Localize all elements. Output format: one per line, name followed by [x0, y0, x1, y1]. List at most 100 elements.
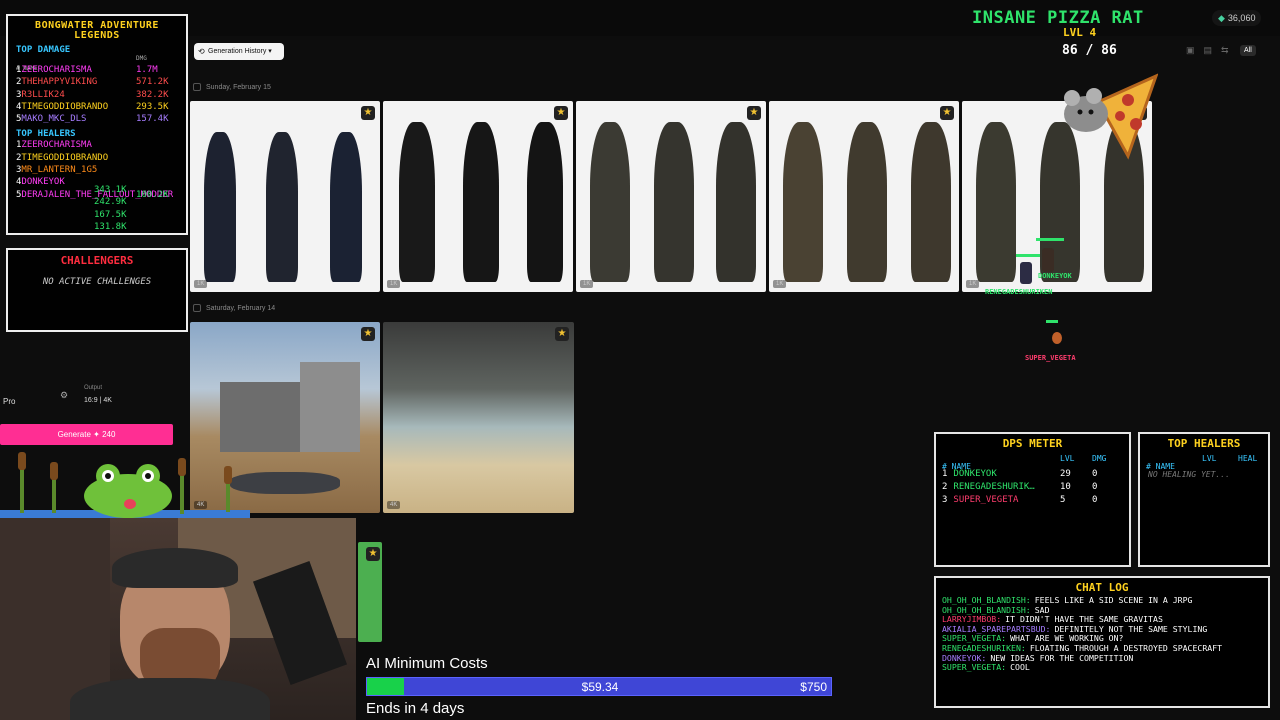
gallery-thumbnail[interactable]: ★ 1K: [576, 101, 766, 292]
output-label: Output: [84, 385, 103, 391]
star-icon[interactable]: ★: [940, 106, 954, 120]
gallery-thumbnail[interactable]: ★ 1K: [190, 101, 380, 292]
group-select-checkbox[interactable]: [193, 83, 201, 91]
heal-value: 343.1K: [94, 185, 127, 195]
player-health-bar: [1046, 320, 1058, 323]
model-selector[interactable]: Pro: [3, 397, 15, 406]
star-icon[interactable]: ★: [361, 106, 375, 120]
star-icon[interactable]: ★: [555, 327, 569, 341]
player-health-bar: [1016, 254, 1040, 257]
player-sprite: [1020, 262, 1032, 284]
chat-log-panel: CHAT LOG OH_OH_OH_BLANDISH: FEELS LIKE A …: [934, 576, 1270, 708]
player-level: 10: [1060, 482, 1071, 492]
resolution-badge: 1K: [387, 280, 401, 288]
heal-value: 242.9K: [94, 197, 127, 208]
credits-badge[interactable]: ◆ 36,060: [1212, 10, 1262, 26]
damage-list: 1ZEEROCHARISMA 1.7M 2THEHAPPYVIKING 571.2K 3…: [16, 64, 186, 125]
heal-value-column: 343.1K 242.9K 167.5K 131.8K: [94, 184, 127, 233]
player-name: ZEEROCHARISMA: [21, 65, 92, 75]
boss-name: INSANE PIZZA RAT: [972, 8, 1144, 28]
player-name: MAKO_MKC_DLS: [21, 114, 87, 125]
star-icon[interactable]: ★: [554, 106, 568, 120]
star-icon[interactable]: ★: [747, 106, 761, 120]
leaderboard-subtitle: LEGENDS: [74, 30, 120, 41]
goal-target-amount: $750: [800, 680, 827, 694]
no-healing-text: NO HEALING YET...: [1148, 470, 1230, 479]
gallery-thumbnail-partial[interactable]: ★: [358, 542, 382, 642]
no-challenges-text: NO ACTIVE CHALLENGES: [42, 277, 152, 287]
col-lvl: LVL: [1202, 454, 1217, 463]
heal-value: 100.2K: [136, 189, 169, 200]
col-dmg: DMG: [1092, 454, 1107, 463]
chat-text: FLOATING THROUGH A DESTROYED SPACECRAFT: [1029, 642, 1223, 653]
player-name: TIMEGODDIOBRANDO: [21, 152, 109, 163]
chat-user: SUPER_VEGETA:: [942, 662, 1007, 673]
rank: 2: [942, 482, 948, 492]
player-health-bar: [1036, 238, 1064, 241]
damage-row: 1ZEEROCHARISMA 1.7M: [16, 64, 186, 76]
output-setting[interactable]: 16:9 | 4K: [84, 397, 112, 404]
player-level: 5: [1060, 495, 1066, 505]
star-icon[interactable]: ★: [366, 547, 380, 561]
col-dmg: DMG: [136, 55, 147, 62]
resolution-badge: 1K: [194, 280, 208, 288]
goal-title: AI Minimum Costs: [366, 655, 488, 672]
healer-row: 1ZEEROCHARISMA: [16, 139, 186, 151]
chat-user: RENEGADESHURIKEN:: [942, 642, 1026, 653]
generate-button[interactable]: Generate ✦ 240: [0, 424, 173, 445]
damage-row: 2THEHAPPYVIKING 571.2K: [16, 76, 186, 88]
player-name: MR_LANTERN_1G5: [21, 165, 98, 176]
damage-value: 382.2K: [136, 89, 169, 100]
damage-row: 4TIMEGODDIOBRANDO 293.5K: [16, 101, 186, 113]
chat-text: DEFINITELY NOT THE SAME STYLING: [1054, 623, 1208, 634]
player-damage: 0: [1092, 495, 1098, 505]
top-healers-title: TOP HEALERS: [16, 129, 76, 140]
settings-sliders-icon[interactable]: ⚙: [60, 390, 68, 401]
generation-history-label: Generation History: [208, 48, 267, 55]
gallery-thumbnail[interactable]: ★ 1K: [769, 101, 959, 292]
goal-progress-bar: $59.34 $750: [366, 677, 832, 696]
date-group-label: Sunday, February 15: [206, 84, 271, 91]
player-name: TIMEGODDIOBRANDO: [21, 101, 109, 112]
damage-value: 293.5K: [136, 101, 169, 112]
dps-meter-title: DPS METER: [1002, 437, 1063, 450]
dps-row: 1 DONKEYOK 29 0: [942, 468, 1129, 481]
gallery-thumbnail[interactable]: ★ 1K: [383, 101, 573, 292]
player-name: ZEEROCHARISMA: [21, 140, 92, 151]
top-healers-panel: TOP HEALERS # NAME LVL HEAL NO HEALING Y…: [1138, 432, 1270, 567]
view-toggle-icons[interactable]: ▣▤⇆: [1186, 45, 1238, 56]
chat-lines: OH_OH_OH_BLANDISH: FEELS LIKE A SID SCENE…: [936, 594, 1268, 673]
gallery-thumbnail[interactable]: ★ 4K: [383, 322, 574, 513]
dps-rows: 1 DONKEYOK 29 0 2 RENEGADESHURIK… 10 0 3 SUPER_VE…: [942, 468, 1129, 507]
chat-user: AKIALIA_SPAREPARTSBUD:: [942, 623, 1051, 634]
player-name-tag: DONKEYOK: [1038, 272, 1072, 280]
challenges-title: CHALLENGERS: [60, 254, 134, 267]
player-level: 29: [1060, 469, 1071, 479]
chat-text: NEW IDEAS FOR THE COMPETITION: [990, 652, 1134, 663]
group-select-checkbox[interactable]: [193, 304, 201, 312]
player-name-tag: SUPER_VEGETA: [1025, 354, 1076, 362]
player-name: SUPER_VEGETA: [953, 495, 1019, 505]
resolution-badge: 1K: [966, 280, 980, 288]
chat-text: SAD: [1034, 604, 1050, 615]
goal-ends-text: Ends in 4 days: [366, 700, 465, 717]
boss-hp: 86 / 86: [1062, 43, 1117, 58]
pizza-rat-sprite: [1064, 73, 1158, 160]
generation-history-button[interactable]: ⟲ Generation History ▾: [194, 43, 284, 60]
dps-row: 2 RENEGADESHURIK… 10 0: [942, 481, 1129, 494]
chat-user: OH_OH_OH_BLANDISH:: [942, 595, 1031, 605]
col-name: # NAME: [1146, 462, 1175, 471]
player-name: DONKEYOK: [21, 177, 65, 188]
star-icon[interactable]: ★: [361, 327, 375, 341]
leaderboard-panel: BONGWATER ADVENTURE LEGENDS TOP DAMAGE #…: [6, 14, 188, 235]
goal-current-amount: $59.34: [581, 680, 619, 694]
player-name: DONKEYOK: [953, 469, 997, 479]
rank: 3: [942, 495, 948, 505]
player-damage: 0: [1092, 469, 1098, 479]
history-icon: ⟲: [198, 47, 205, 56]
col-lvl: LVL: [1060, 454, 1075, 463]
view-all-button[interactable]: All: [1240, 45, 1256, 56]
col-heal: HEAL: [1238, 454, 1258, 463]
webcam-feed: [0, 518, 356, 720]
heal-value: 167.5K: [94, 209, 127, 220]
